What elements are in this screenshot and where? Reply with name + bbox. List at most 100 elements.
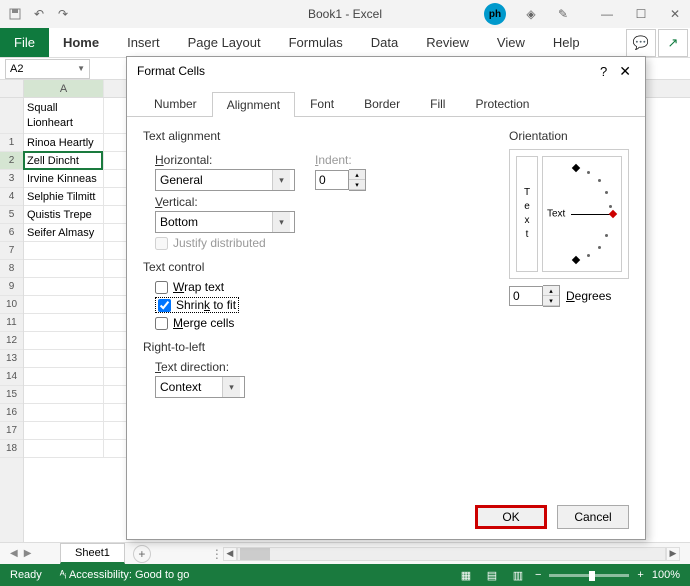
comments-button[interactable]: 💬 [626,29,656,57]
ribbon-tab-home[interactable]: Home [49,28,113,57]
cell[interactable]: Irvine Kinneas [24,170,104,188]
row-header[interactable]: 10 [0,296,23,314]
tab-number[interactable]: Number [139,91,212,116]
col-header[interactable]: A [24,80,104,97]
status-accessibility[interactable]: ᴬᵢ Accessibility: Good to go [60,569,190,581]
spin-up-icon[interactable]: ▴ [543,286,559,296]
ribbon-tab-insert[interactable]: Insert [113,28,174,57]
tab-alignment[interactable]: Alignment [212,92,295,117]
spin-down-icon[interactable]: ▾ [543,296,559,306]
cell[interactable] [24,242,104,260]
row-header[interactable]: 6 [0,224,23,242]
cell[interactable]: Selphie Tilmitt [24,188,104,206]
sheet-tab[interactable]: Sheet1 [60,543,125,564]
sheet-nav-prev-icon[interactable]: ◀ [10,548,18,559]
degrees-spinner[interactable]: ▴▾ [509,285,560,307]
hscroll-thumb[interactable] [240,548,270,560]
zoom-slider[interactable] [549,574,629,577]
cell[interactable] [24,314,104,332]
close-window-icon[interactable]: ✕ [668,7,682,21]
diamond-icon[interactable]: ◈ [524,7,538,21]
share-button[interactable]: ↗ [658,29,688,57]
row-header[interactable]: 16 [0,404,23,422]
ribbon-tab-view[interactable]: View [483,28,539,57]
shrink-to-fit-checkbox[interactable]: Shrink to fit [155,297,239,313]
ribbon-tab-pagelayout[interactable]: Page Layout [174,28,275,57]
file-tab[interactable]: File [0,28,49,57]
row-header[interactable]: 9 [0,278,23,296]
row-header[interactable]: 15 [0,386,23,404]
view-pagebreak-icon[interactable]: ▥ [509,568,527,582]
hscroll-left-icon[interactable]: ◀ [223,547,237,561]
cell[interactable] [24,278,104,296]
row-header[interactable]: 13 [0,350,23,368]
cell[interactable]: Seifer Almasy [24,224,104,242]
chevron-down-icon[interactable]: ▾ [222,377,240,397]
row-header[interactable]: 17 [0,422,23,440]
row-header[interactable] [0,98,23,134]
zoom-out-icon[interactable]: − [535,569,541,581]
zoom-in-icon[interactable]: + [637,569,643,581]
text-direction-combo[interactable]: Context ▾ [155,376,245,398]
chevron-down-icon[interactable]: ▾ [272,212,290,232]
cell[interactable]: Rinoa Heartly [24,134,104,152]
sheet-nav-next-icon[interactable]: ▶ [24,548,32,559]
cell[interactable] [24,350,104,368]
horizontal-combo[interactable]: General ▾ [155,169,295,191]
cell[interactable]: Zell Dincht [24,152,104,170]
cell[interactable] [24,440,104,458]
cell[interactable] [24,422,104,440]
wand-icon[interactable]: ✎ [556,7,570,21]
redo-icon[interactable]: ↷ [56,7,70,21]
cell[interactable] [24,260,104,278]
row-header[interactable]: 2 [0,152,23,170]
zoom-level[interactable]: 100% [652,569,680,581]
cancel-button[interactable]: Cancel [557,505,629,529]
indent-value[interactable] [315,170,349,190]
add-sheet-button[interactable]: + [133,545,151,563]
wrap-text-checkbox[interactable]: Wrap text [155,280,493,294]
row-header[interactable]: 18 [0,440,23,458]
row-header[interactable]: 14 [0,368,23,386]
minimize-icon[interactable]: — [600,7,614,21]
row-header[interactable]: 1 [0,134,23,152]
autosave-icon[interactable] [8,7,22,21]
undo-icon[interactable]: ↶ [32,7,46,21]
orientation-dial[interactable]: Text [542,156,622,272]
ok-button[interactable]: OK [475,505,547,529]
row-header[interactable]: 7 [0,242,23,260]
spin-down-icon[interactable]: ▾ [349,180,365,190]
indent-spinner[interactable]: ▴▾ [315,169,366,191]
vertical-combo[interactable]: Bottom ▾ [155,211,295,233]
cell[interactable]: Quistis Trepe [24,206,104,224]
chevron-down-icon[interactable]: ▾ [272,170,290,190]
row-header[interactable]: 11 [0,314,23,332]
ribbon-tab-review[interactable]: Review [412,28,483,57]
hscroll-track[interactable] [237,547,666,561]
row-header[interactable]: 3 [0,170,23,188]
ribbon-tab-data[interactable]: Data [357,28,412,57]
merge-cells-checkbox[interactable]: Merge cells [155,316,493,330]
row-header[interactable]: 12 [0,332,23,350]
dialog-close-icon[interactable]: ✕ [615,63,635,80]
view-normal-icon[interactable]: ▦ [457,568,475,582]
hscroll-right-icon[interactable]: ▶ [666,547,680,561]
row-header[interactable]: 5 [0,206,23,224]
cell[interactable]: Squall Lionheart [24,98,104,134]
ribbon-tab-formulas[interactable]: Formulas [275,28,357,57]
name-box-dropdown-icon[interactable]: ▼ [77,64,85,73]
spin-up-icon[interactable]: ▴ [349,170,365,180]
cell[interactable] [24,404,104,422]
row-header[interactable]: 8 [0,260,23,278]
dialog-help-icon[interactable]: ? [592,64,615,79]
dialog-titlebar[interactable]: Format Cells ? ✕ [127,57,645,85]
tab-border[interactable]: Border [349,91,415,116]
account-badge[interactable]: ph [484,3,506,25]
view-pagelayout-icon[interactable]: ▤ [483,568,501,582]
vertical-text-button[interactable]: Text [516,156,538,272]
tab-font[interactable]: Font [295,91,349,116]
maximize-icon[interactable]: ☐ [634,7,648,21]
degrees-value[interactable] [509,286,543,306]
row-header[interactable]: 4 [0,188,23,206]
tab-fill[interactable]: Fill [415,91,460,116]
